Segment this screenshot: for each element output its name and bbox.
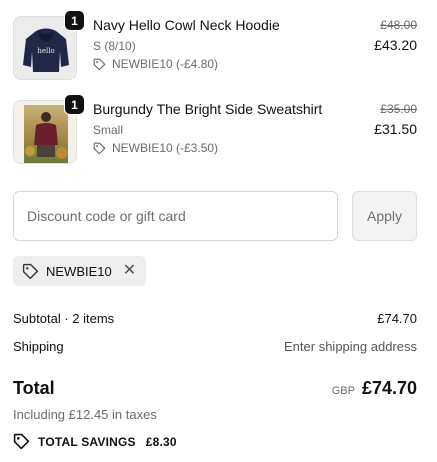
- shipping-row: Shipping Enter shipping address: [13, 339, 417, 354]
- line-item-info: Burgundy The Bright Side Sweatshirt Smal…: [93, 100, 322, 156]
- final-price: £43.20: [374, 37, 417, 53]
- item-discount: NEWBIE10 (-£4.80): [93, 56, 280, 72]
- total-row: Total GBP £74.70: [13, 378, 417, 399]
- discount-code-input[interactable]: [13, 191, 338, 241]
- tag-icon: [93, 142, 106, 154]
- svg-text:hello: hello: [37, 47, 54, 55]
- subtotal-row: Subtotal · 2 items £74.70: [13, 311, 417, 326]
- apply-button[interactable]: Apply: [352, 191, 417, 241]
- compare-price: £35.00: [380, 102, 417, 116]
- applied-discount-chip: NEWBIE10 ✕: [13, 256, 147, 286]
- savings-value: £8.30: [145, 434, 177, 449]
- line-item-info: Navy Hello Cowl Neck Hoodie S (8/10) NEW…: [93, 16, 280, 72]
- line-item: hello 1 Navy Hello Cowl Neck Hoodie S (8…: [13, 10, 417, 82]
- total-amount: £74.70: [361, 378, 417, 398]
- line-item-prices: £48.00 £43.20: [374, 16, 417, 54]
- total-value-group: GBP £74.70: [332, 378, 417, 399]
- shipping-value: Enter shipping address: [284, 339, 417, 354]
- applied-code-label: NEWBIE10: [46, 263, 112, 279]
- tag-icon: [93, 58, 106, 70]
- product-variant: S (8/10): [93, 39, 136, 53]
- product-title: Navy Hello Cowl Neck Hoodie: [93, 17, 280, 33]
- tag-icon: [22, 263, 39, 279]
- product-thumbnail: hello 1: [13, 10, 85, 82]
- final-price: £31.50: [374, 121, 417, 137]
- quantity-badge: 1: [64, 94, 85, 115]
- quantity-badge: 1: [64, 10, 85, 31]
- line-item-prices: £35.00 £31.50: [374, 100, 417, 138]
- shipping-label: Shipping: [13, 339, 64, 354]
- total-savings: TOTAL SAVINGS £8.30: [13, 433, 177, 450]
- product-title: Burgundy The Bright Side Sweatshirt: [93, 101, 323, 117]
- product-thumbnail: 1: [13, 94, 85, 166]
- total-label: Total: [13, 378, 55, 398]
- tag-icon: [13, 433, 30, 450]
- item-discount-label: NEWBIE10 (-£3.50): [112, 141, 219, 155]
- product-variant: Small: [93, 123, 124, 137]
- compare-price: £48.00: [380, 18, 417, 32]
- remove-discount-icon[interactable]: ✕: [123, 263, 136, 279]
- subtotal-value: £74.70: [377, 311, 417, 326]
- subtotal-label: Subtotal · 2 items: [13, 311, 115, 326]
- line-item: 1 Burgundy The Bright Side Sweatshirt Sm…: [13, 94, 417, 166]
- taxes-note: Including £12.45 in taxes: [13, 407, 157, 422]
- savings-label: TOTAL SAVINGS: [38, 434, 136, 449]
- item-discount: NEWBIE10 (-£3.50): [93, 140, 322, 156]
- currency-code: GBP: [331, 385, 355, 397]
- item-discount-label: NEWBIE10 (-£4.80): [112, 57, 219, 71]
